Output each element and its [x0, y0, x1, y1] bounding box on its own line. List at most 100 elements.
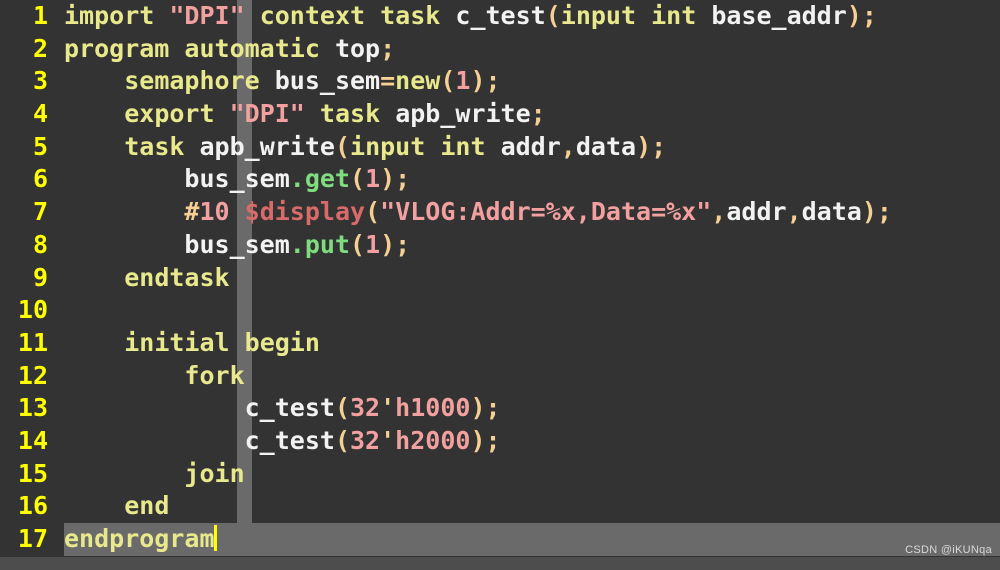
line-number: 4	[0, 98, 48, 131]
code-token-num: 1	[365, 229, 381, 259]
code-line-content[interactable]: join	[64, 458, 244, 491]
code-token-punc: );	[380, 229, 411, 259]
code-line[interactable]: 8 bus_sem.put(1);	[0, 228, 1000, 262]
code-line-content[interactable]: semaphore bus_sem=new(1);	[64, 65, 501, 98]
code-token-kw: begin	[244, 327, 320, 357]
code-token-kw: context	[259, 1, 366, 30]
code-line-content[interactable]: endtask	[64, 262, 229, 295]
code-line-content[interactable]: end	[64, 490, 169, 523]
code-token-num: 32	[350, 425, 381, 455]
code-line[interactable]: 7 #10 $display("VLOG:Addr=%x,Data=%x",ad…	[0, 196, 1000, 229]
code-token-punc: );	[470, 425, 501, 455]
code-line[interactable]: 1 import "DPI" context task c_test(input …	[0, 0, 1000, 33]
code-token-punc: (	[545, 1, 561, 30]
code-token-punc: '	[380, 393, 396, 423]
code-line[interactable]: 16 end	[0, 490, 1000, 524]
code-line[interactable]: 2 program automatic top;	[0, 32, 1000, 66]
code-token-str: "DPI"	[169, 1, 245, 30]
code-line-content[interactable]: bus_sem.put(1);	[64, 229, 410, 262]
code-line-content[interactable]: task apb_write(input int addr,data);	[64, 131, 666, 164]
code-token-punc: (	[334, 425, 350, 455]
code-line[interactable]: 6 bus_sem.get(1);	[0, 163, 1000, 197]
code-token-plain: addr	[726, 197, 787, 227]
watermark-text: CSDN @iKUNqa	[905, 544, 992, 556]
code-token-plain: data	[801, 197, 862, 227]
code-token-kw: int	[440, 131, 486, 161]
code-line-content[interactable]: c_test(32'h1000);	[64, 392, 501, 425]
code-token-plain: apb_write	[199, 131, 335, 161]
line-number: 5	[0, 130, 48, 164]
code-line[interactable]: 3 semaphore bus_sem=new(1);	[0, 65, 1000, 99]
code-editor[interactable]: 1 import "DPI" context task c_test(input …	[0, 0, 1000, 570]
code-line-content[interactable]: initial begin	[64, 327, 320, 360]
bottom-status-strip	[0, 557, 1000, 570]
code-line[interactable]: 4 export "DPI" task apb_write;	[0, 98, 1000, 131]
code-line-content[interactable]: #10 $display("VLOG:Addr=%x,Data=%x",addr…	[64, 196, 892, 229]
code-token-punc: '	[380, 425, 396, 455]
code-token-kw: automatic	[184, 33, 320, 63]
code-token-punc: );	[861, 197, 892, 227]
code-line[interactable]: 17 endprogram	[0, 523, 1000, 556]
code-line[interactable]: 12 fork	[0, 359, 1000, 393]
code-token-kw: input	[350, 131, 426, 161]
code-line[interactable]: 10	[0, 294, 1000, 327]
line-number: 2	[0, 32, 48, 66]
code-token-punc: );	[380, 164, 411, 194]
code-token-kw: task	[380, 1, 441, 30]
code-line-content[interactable]: program automatic top;	[64, 33, 395, 66]
line-number: 10	[0, 294, 48, 327]
code-token-plain: top	[334, 33, 381, 63]
code-lines-container[interactable]: 1 import "DPI" context task c_test(input …	[0, 0, 1000, 556]
code-token-plain: c_test	[455, 1, 546, 30]
line-number: 6	[0, 163, 48, 197]
code-token-punc: ,	[711, 197, 727, 227]
line-number: 9	[0, 261, 48, 295]
code-token-plain: addr	[500, 131, 561, 161]
code-token-punc: ,	[786, 197, 802, 227]
code-token-plain: data	[575, 131, 637, 161]
code-token-punc: =	[380, 66, 396, 96]
code-line-content[interactable]: bus_sem.get(1);	[64, 163, 410, 196]
code-token-kw: int	[651, 1, 697, 30]
code-token-num: 32	[350, 393, 381, 423]
line-number: 1	[0, 0, 48, 33]
code-token-kw: task	[124, 131, 185, 161]
code-line[interactable]: 14 c_test(32'h2000);	[0, 424, 1000, 458]
code-line-content[interactable]: import "DPI" context task c_test(input i…	[64, 0, 877, 33]
code-line-content[interactable]: endprogram	[64, 523, 217, 556]
line-number: 12	[0, 359, 48, 393]
code-line[interactable]: 5 task apb_write(input int addr,data);	[0, 130, 1000, 164]
code-line[interactable]: 9 endtask	[0, 261, 1000, 295]
code-token-punc: (	[334, 131, 351, 161]
line-number: 17	[0, 523, 48, 556]
code-line-content[interactable]: fork	[64, 360, 244, 393]
code-token-num: 10	[199, 197, 230, 227]
code-line[interactable]: 15 join	[0, 457, 1000, 491]
code-line[interactable]: 11 initial begin	[0, 326, 1000, 360]
line-number: 15	[0, 457, 48, 491]
code-token-kw: initial	[124, 327, 230, 357]
code-line-content[interactable]: export "DPI" task apb_write;	[64, 98, 546, 131]
code-token-punc: );	[470, 66, 501, 96]
code-line-content[interactable]: c_test(32'h2000);	[64, 425, 501, 458]
code-token-str: "DPI"	[229, 99, 305, 129]
code-line[interactable]: 13 c_test(32'h1000);	[0, 392, 1000, 425]
